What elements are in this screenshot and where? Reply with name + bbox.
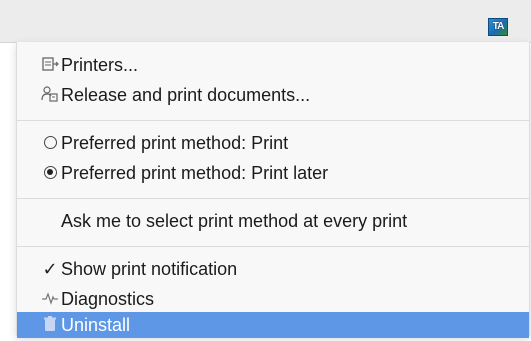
menu-item-label: Diagnostics	[61, 289, 155, 309]
menu-item-label: Preferred print method: Print later	[61, 163, 329, 183]
menu-item-label: Release and print documents...	[61, 85, 311, 105]
diagnostics-icon	[39, 284, 61, 314]
menu-item-release-print[interactable]: Release and print documents...	[17, 80, 529, 110]
tray-icon-text: TA	[492, 21, 505, 32]
checkmark-icon: ✓	[42, 259, 58, 279]
menu-item-print-method-print[interactable]: Preferred print method: Print	[17, 128, 529, 158]
menu-separator	[17, 120, 529, 121]
menu-item-ask-print-method[interactable]: Ask me to select print method at every p…	[17, 206, 529, 236]
menu-item-show-print-notification[interactable]: ✓ Show print notification	[17, 254, 529, 284]
release-print-icon	[39, 80, 61, 110]
menu-item-label: Ask me to select print method at every p…	[61, 211, 408, 231]
menu-separator	[17, 198, 529, 199]
menu-item-label: Uninstall	[61, 315, 131, 335]
menu-bar: TA	[0, 0, 531, 43]
printer-icon	[39, 50, 61, 80]
menu-item-uninstall[interactable]: Uninstall	[17, 312, 529, 338]
menu-item-diagnostics[interactable]: Diagnostics	[17, 284, 529, 314]
print-agent-tray-icon[interactable]: TA	[488, 18, 508, 36]
menu-item-printers[interactable]: Printers...	[17, 50, 529, 80]
dropdown-menu: Printers... Release and print documents.…	[16, 42, 530, 338]
menu-item-label: Printers...	[61, 55, 139, 75]
menu-item-label: Preferred print method: Print	[61, 133, 289, 153]
menu-item-print-method-print-later[interactable]: Preferred print method: Print later	[17, 158, 529, 188]
trash-icon	[39, 312, 61, 338]
radio-unselected-icon	[39, 128, 61, 158]
menu-separator	[17, 246, 529, 247]
radio-selected-icon	[39, 158, 61, 188]
menu-item-label: Show print notification	[61, 259, 238, 279]
